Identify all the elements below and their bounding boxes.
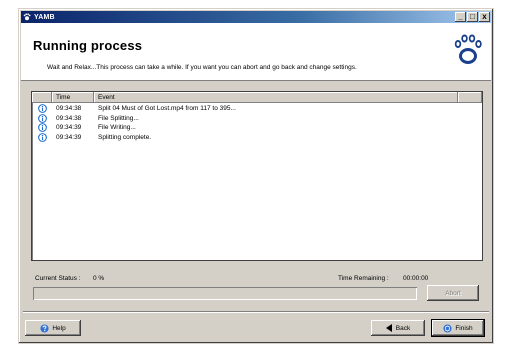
log-event: Splitting complete. xyxy=(98,133,152,141)
current-status-value: 0 % xyxy=(93,275,105,282)
wizard-header: Running process Wait and Relax...This pr… xyxy=(21,23,491,81)
info-icon xyxy=(32,113,52,123)
log-row[interactable]: 09:34:38 Split 04 Must of Got Lost.mp4 f… xyxy=(32,104,482,114)
time-remaining-label: Time Remaining : xyxy=(338,275,389,282)
column-header-icon[interactable] xyxy=(32,92,52,103)
column-header-time[interactable]: Time xyxy=(52,92,94,103)
log-column-headers: Time Event xyxy=(32,92,482,103)
help-icon xyxy=(40,323,49,333)
status-row: Current Status : 0 % Time Remaining : 00… xyxy=(35,275,479,285)
column-header-filler xyxy=(458,92,482,103)
log-time: 09:34:39 xyxy=(56,124,82,132)
column-header-event[interactable]: Event xyxy=(94,92,458,103)
log-event: File Writing... xyxy=(98,124,136,132)
close-button[interactable]: x xyxy=(479,12,490,22)
log-row[interactable]: 09:34:39 Splitting complete. xyxy=(32,132,482,143)
page-subtitle: Wait and Relax...This process can take a… xyxy=(47,64,357,71)
finish-button[interactable]: Finish xyxy=(431,319,485,337)
back-arrow-icon xyxy=(385,324,392,332)
finish-button-label: Finish xyxy=(455,324,473,332)
info-icon xyxy=(32,123,52,133)
info-icon xyxy=(32,132,52,142)
finish-icon xyxy=(443,323,452,333)
minimize-button[interactable]: _ xyxy=(455,12,466,22)
back-button[interactable]: Back xyxy=(371,320,425,336)
event-log-list[interactable]: Time Event 09:34:38 Split 04 Must of Got… xyxy=(31,91,483,261)
progress-bar xyxy=(33,287,417,300)
log-event: File Splitting... xyxy=(98,114,139,122)
wizard-window: YAMB _ □ x Running process Wait and Rela… xyxy=(18,8,494,344)
abort-button-label: Abort xyxy=(445,289,461,297)
back-button-label: Back xyxy=(395,324,411,332)
log-row[interactable]: 09:34:39 File Writing... xyxy=(32,123,482,133)
page-title: Running process xyxy=(33,38,143,53)
button-separator xyxy=(23,311,489,313)
log-time: 09:34:39 xyxy=(56,133,82,141)
log-row[interactable]: 09:34:38 File Splitting... xyxy=(32,113,482,124)
title-bar[interactable]: YAMB _ □ x xyxy=(21,11,491,23)
window-title: YAMB xyxy=(34,13,55,21)
time-remaining-value: 00:00:00 xyxy=(403,275,429,282)
abort-button[interactable]: Abort xyxy=(427,285,479,301)
log-time: 09:34:38 xyxy=(56,114,82,122)
help-button[interactable]: Help xyxy=(25,320,81,336)
current-status-label: Current Status : xyxy=(35,275,81,282)
paw-print-icon xyxy=(454,34,482,64)
info-icon xyxy=(32,104,52,114)
help-button-label: Help xyxy=(52,324,66,332)
log-event: Split 04 Must of Got Lost.mp4 from 117 t… xyxy=(98,105,236,113)
paw-app-icon xyxy=(23,13,31,21)
log-time: 09:34:38 xyxy=(56,105,82,113)
maximize-button[interactable]: □ xyxy=(467,12,478,22)
